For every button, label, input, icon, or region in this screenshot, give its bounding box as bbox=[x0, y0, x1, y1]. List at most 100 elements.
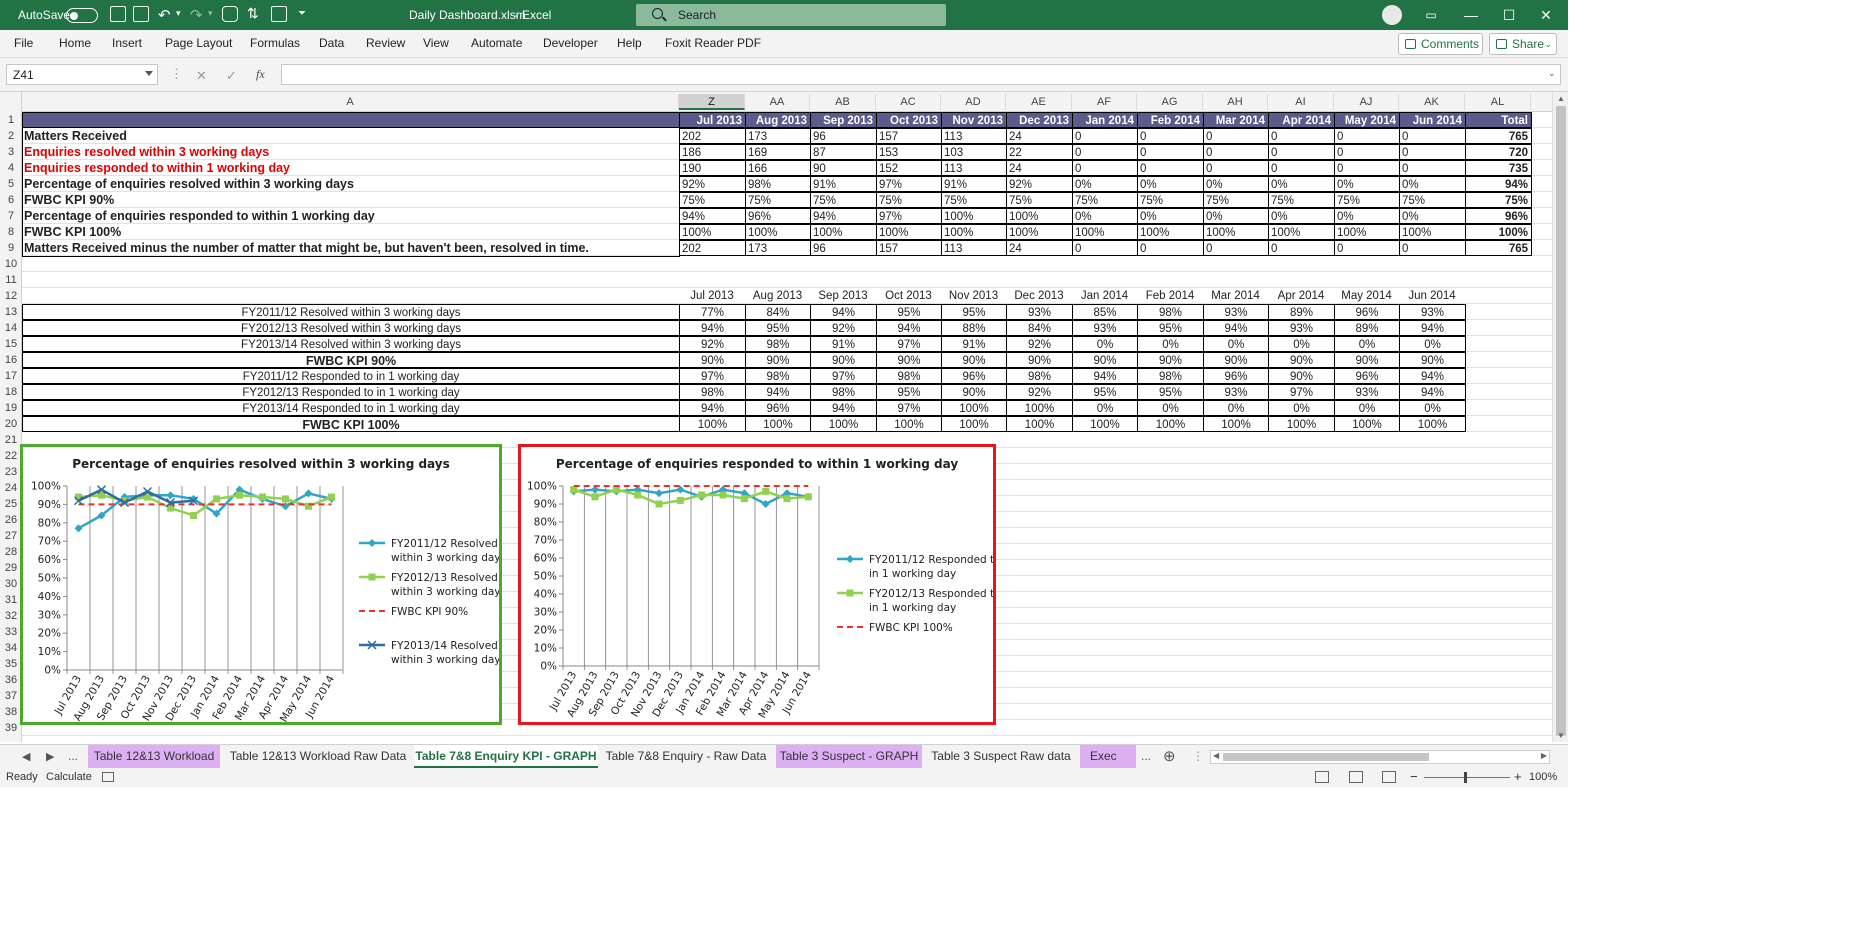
menu-review[interactable]: Review bbox=[366, 36, 405, 50]
value-cell[interactable]: 113 bbox=[941, 240, 1007, 256]
header-fill-cell[interactable] bbox=[22, 112, 680, 128]
value-cell[interactable]: 0 bbox=[1334, 128, 1400, 144]
row-header[interactable]: 13 bbox=[0, 304, 22, 320]
value-cell[interactable]: 152 bbox=[876, 160, 942, 176]
menu-foxit[interactable]: Foxit Reader PDF bbox=[665, 36, 761, 50]
value-cell[interactable]: 100% bbox=[941, 208, 1007, 224]
value-cell[interactable]: 89% bbox=[1334, 320, 1400, 336]
value-cell[interactable]: 157 bbox=[876, 128, 942, 144]
zoom-slider-knob[interactable] bbox=[1464, 772, 1467, 783]
value-cell[interactable]: 84% bbox=[745, 304, 811, 320]
insert-function-icon[interactable]: fx bbox=[256, 67, 265, 82]
month-header-cell[interactable]: Nov 2013 bbox=[941, 112, 1007, 128]
value-cell[interactable]: 169 bbox=[745, 144, 811, 160]
value-cell[interactable]: 97% bbox=[679, 368, 746, 384]
value-cell[interactable]: 96% bbox=[941, 368, 1007, 384]
value-cell[interactable]: 95% bbox=[876, 304, 942, 320]
value-cell[interactable]: 0 bbox=[1334, 240, 1400, 256]
value-cell[interactable]: 100% bbox=[1137, 416, 1204, 432]
month-header-cell[interactable]: Oct 2013 bbox=[876, 112, 942, 128]
value-cell[interactable]: 113 bbox=[941, 128, 1007, 144]
value-cell[interactable]: 95% bbox=[745, 320, 811, 336]
row-label-cell[interactable]: FY2011/12 Resolved within 3 working days bbox=[22, 304, 680, 320]
column-header[interactable]: AH bbox=[1203, 94, 1268, 110]
redo-dropdown-icon[interactable]: ▾ bbox=[208, 8, 213, 19]
tab-table-3-raw[interactable]: Table 3 Suspect Raw data bbox=[928, 745, 1074, 768]
value-cell[interactable]: 0% bbox=[1399, 208, 1466, 224]
value-cell[interactable]: 0% bbox=[1137, 176, 1204, 192]
value-cell[interactable]: 98% bbox=[1137, 304, 1204, 320]
value-cell[interactable]: 90% bbox=[1268, 352, 1335, 368]
value-cell[interactable]: 173 bbox=[745, 128, 811, 144]
month-label-cell[interactable]: Jul 2013 bbox=[679, 288, 745, 304]
tab-exec-sum[interactable]: Exec Sum bbox=[1080, 745, 1136, 785]
value-cell[interactable]: 90% bbox=[876, 352, 942, 368]
value-cell[interactable]: 0% bbox=[1268, 400, 1335, 416]
column-header[interactable]: AC bbox=[876, 94, 941, 110]
value-cell[interactable]: 77% bbox=[679, 304, 746, 320]
value-cell[interactable]: 93% bbox=[1203, 304, 1269, 320]
save-to-cloud-icon[interactable] bbox=[110, 6, 126, 22]
value-cell[interactable]: 75% bbox=[1203, 192, 1269, 208]
cancel-icon[interactable]: ✕ bbox=[196, 68, 207, 84]
column-header[interactable]: AK bbox=[1399, 94, 1465, 110]
value-cell[interactable]: 0% bbox=[1268, 336, 1335, 352]
value-cell[interactable]: 95% bbox=[1137, 320, 1204, 336]
value-cell[interactable]: 90% bbox=[941, 384, 1007, 400]
month-label-cell[interactable]: Jun 2014 bbox=[1399, 288, 1465, 304]
row-header[interactable]: 7 bbox=[0, 208, 22, 224]
month-header-cell[interactable]: Jan 2014 bbox=[1072, 112, 1138, 128]
search-box[interactable]: Search bbox=[636, 4, 946, 26]
row-label-cell[interactable]: FWBC KPI 90% bbox=[22, 192, 677, 208]
total-cell[interactable]: 75% bbox=[1465, 192, 1532, 208]
chevron-down-icon[interactable] bbox=[145, 71, 153, 76]
sort-icon[interactable]: ⇅ bbox=[247, 5, 259, 22]
value-cell[interactable]: 0% bbox=[1137, 208, 1204, 224]
value-cell[interactable]: 186 bbox=[679, 144, 746, 160]
value-cell[interactable]: 90% bbox=[745, 352, 811, 368]
menu-data[interactable]: Data bbox=[319, 36, 344, 50]
value-cell[interactable]: 95% bbox=[876, 384, 942, 400]
value-cell[interactable]: 0 bbox=[1334, 160, 1400, 176]
value-cell[interactable]: 75% bbox=[810, 192, 877, 208]
value-cell[interactable]: 0% bbox=[1399, 176, 1466, 192]
value-cell[interactable]: 0% bbox=[1203, 400, 1269, 416]
value-cell[interactable]: 90% bbox=[679, 352, 746, 368]
column-header[interactable]: AJ bbox=[1334, 94, 1399, 110]
value-cell[interactable]: 90% bbox=[1268, 368, 1335, 384]
value-cell[interactable]: 98% bbox=[876, 368, 942, 384]
value-cell[interactable]: 90% bbox=[1203, 352, 1269, 368]
zoom-in-icon[interactable]: + bbox=[1514, 769, 1522, 784]
value-cell[interactable]: 94% bbox=[745, 384, 811, 400]
value-cell[interactable]: 97% bbox=[876, 176, 942, 192]
row-label-cell[interactable]: Enquiries resolved within 3 working days bbox=[22, 144, 677, 160]
row-label-cell[interactable]: Enquiries responded to within 1 working … bbox=[22, 160, 677, 176]
row-label-cell[interactable]: Percentage of enquiries responded to wit… bbox=[22, 208, 677, 224]
undo-icon[interactable]: ↶ bbox=[158, 6, 171, 24]
row-header[interactable]: 9 bbox=[0, 240, 22, 256]
value-cell[interactable]: 0 bbox=[1399, 128, 1466, 144]
value-cell[interactable]: 100% bbox=[1268, 416, 1335, 432]
value-cell[interactable]: 0% bbox=[1072, 400, 1138, 416]
row-header[interactable]: 11 bbox=[0, 272, 22, 288]
value-cell[interactable]: 100% bbox=[941, 400, 1007, 416]
value-cell[interactable]: 96 bbox=[810, 240, 877, 256]
value-cell[interactable]: 100% bbox=[1006, 400, 1073, 416]
value-cell[interactable]: 100% bbox=[810, 224, 877, 240]
value-cell[interactable]: 0% bbox=[1334, 176, 1400, 192]
value-cell[interactable]: 90% bbox=[810, 352, 877, 368]
menu-help[interactable]: Help bbox=[617, 36, 642, 50]
value-cell[interactable]: 98% bbox=[745, 336, 811, 352]
form-icon[interactable] bbox=[271, 6, 287, 22]
value-cell[interactable]: 0 bbox=[1072, 160, 1138, 176]
month-label-cell[interactable]: Feb 2014 bbox=[1137, 288, 1203, 304]
value-cell[interactable]: 0 bbox=[1137, 144, 1204, 160]
value-cell[interactable]: 92% bbox=[679, 336, 746, 352]
close-icon[interactable]: ✕ bbox=[1531, 4, 1561, 26]
value-cell[interactable]: 94% bbox=[810, 304, 877, 320]
macro-record-icon[interactable] bbox=[102, 772, 114, 782]
menu-home[interactable]: Home bbox=[59, 36, 91, 50]
value-cell[interactable]: 100% bbox=[679, 224, 746, 240]
column-header[interactable]: AG bbox=[1137, 94, 1203, 110]
value-cell[interactable]: 98% bbox=[745, 176, 811, 192]
